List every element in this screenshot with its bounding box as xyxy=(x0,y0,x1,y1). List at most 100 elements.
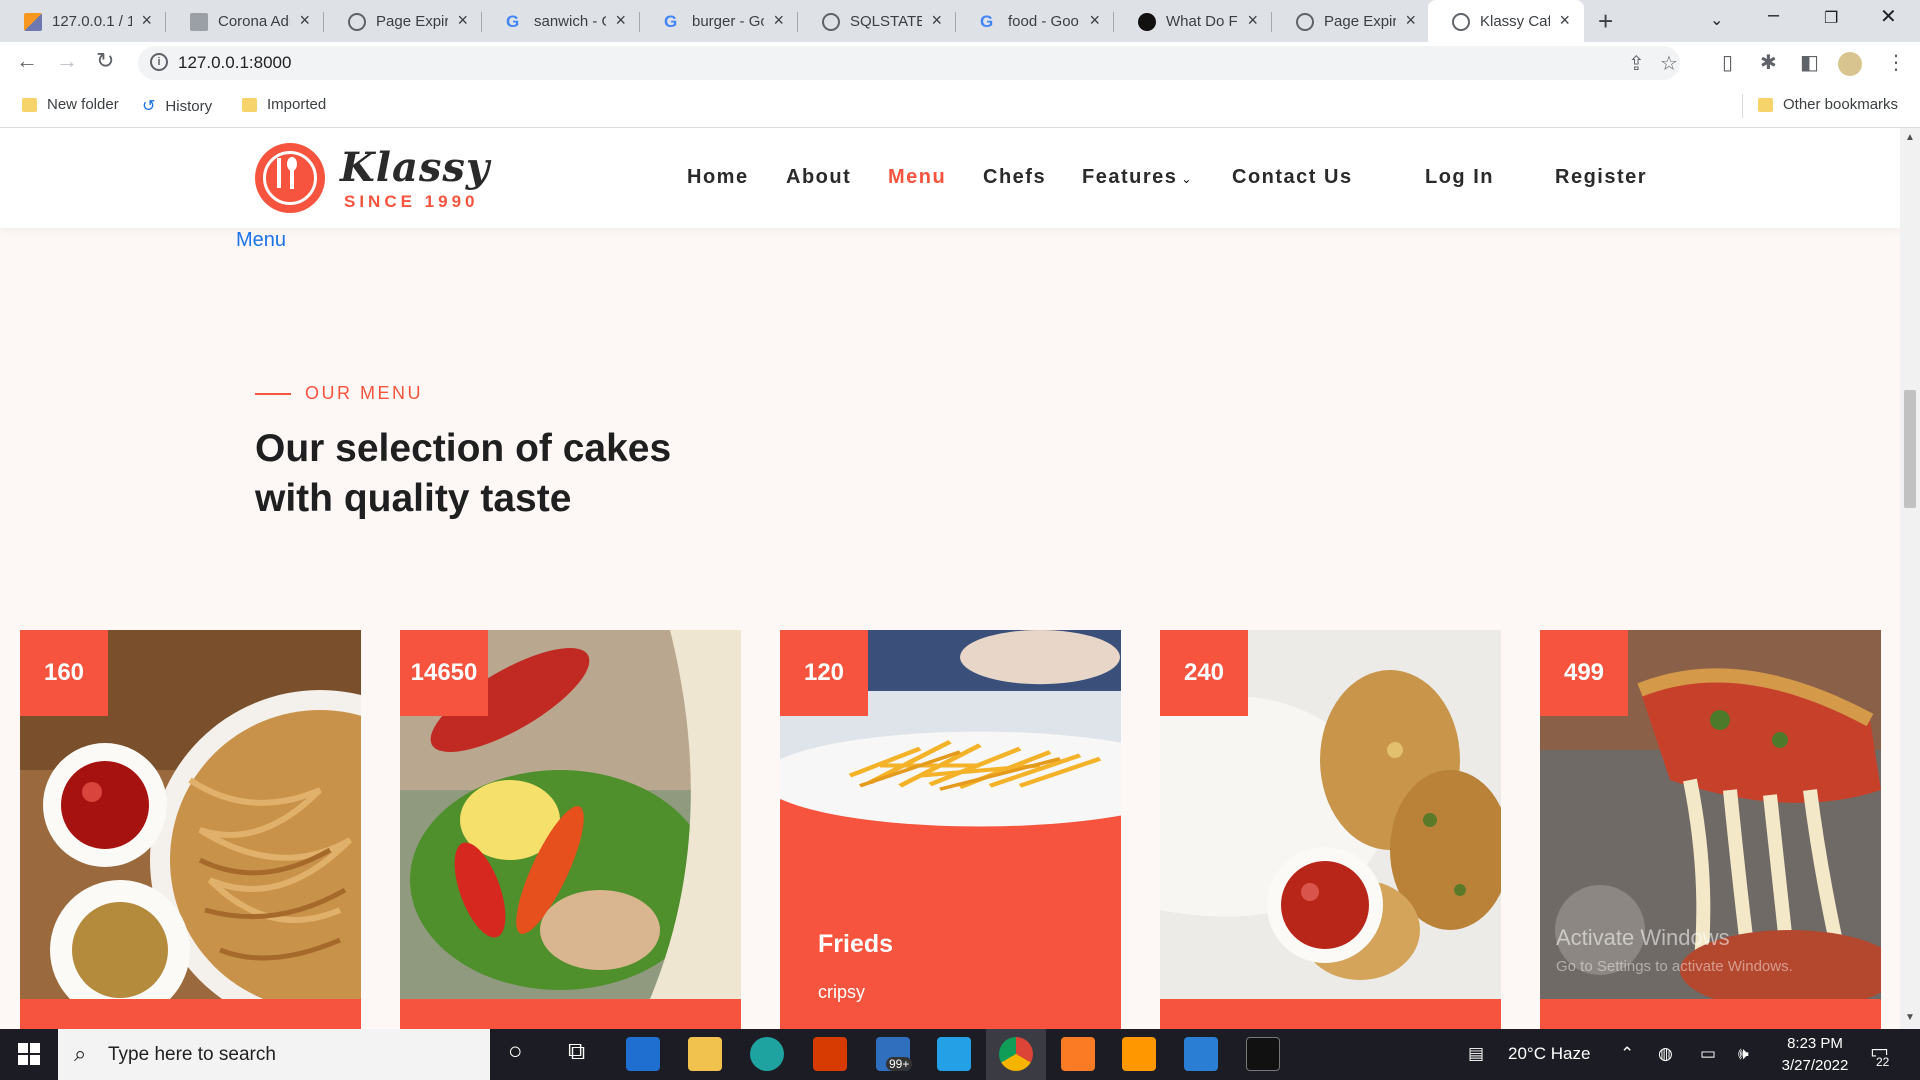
close-icon[interactable]: × xyxy=(299,10,310,31)
new-tab-icon[interactable]: + xyxy=(1598,6,1613,37)
side-panel-icon[interactable]: ◧ xyxy=(1800,50,1819,75)
browser-tab-active[interactable]: Klassy Cafe × xyxy=(1428,0,1584,42)
profile-avatar[interactable] xyxy=(1838,52,1862,76)
price-badge: 120 xyxy=(780,630,868,716)
bookmarks-divider xyxy=(1742,94,1743,118)
task-view-icon[interactable]: ⧉ xyxy=(568,1038,585,1066)
vscode-icon[interactable] xyxy=(937,1037,971,1071)
section-kicker: OUR MENU xyxy=(255,383,423,404)
browser-tab[interactable]: G burger - Go × xyxy=(640,0,798,42)
close-icon[interactable]: × xyxy=(615,10,626,31)
browser-tab[interactable]: Page Expire × xyxy=(1272,0,1430,42)
nav-home[interactable]: Home xyxy=(687,166,749,189)
close-icon[interactable]: × xyxy=(1559,10,1570,31)
taskbar-search[interactable]: ⌕ Type here to search xyxy=(58,1029,490,1080)
file-explorer-icon[interactable] xyxy=(688,1037,722,1071)
restore-icon[interactable]: ❐ xyxy=(1824,8,1838,28)
site-info-icon[interactable]: i xyxy=(150,53,168,71)
window-close-icon[interactable]: ✕ xyxy=(1880,4,1897,29)
edge-icon[interactable] xyxy=(750,1037,784,1071)
minimize-icon[interactable]: – xyxy=(1768,4,1779,27)
terminal-icon[interactable] xyxy=(1246,1037,1280,1071)
browser-tab[interactable]: G sanwich - G × xyxy=(482,0,640,42)
photos-icon[interactable] xyxy=(1184,1037,1218,1071)
office-icon[interactable] xyxy=(813,1037,847,1071)
store-icon[interactable] xyxy=(626,1037,660,1071)
tab-title: 127.0.0.1 / 1 xyxy=(52,12,132,30)
address-bar[interactable]: i 127.0.0.1:8000 ⇪ ☆ xyxy=(138,46,1680,80)
scroll-up-arrow-icon[interactable]: ▲ xyxy=(1905,132,1915,143)
phpmyadmin-icon xyxy=(24,13,42,31)
menu-card[interactable]: 499 Activate Windows Go to Settings to a… xyxy=(1540,630,1881,1029)
search-placeholder[interactable]: Type here to search xyxy=(108,1044,276,1066)
nav-features-label[interactable]: Features xyxy=(1082,166,1177,188)
close-icon[interactable]: × xyxy=(457,10,468,31)
sublime-icon[interactable] xyxy=(1122,1037,1156,1071)
close-icon[interactable]: × xyxy=(141,10,152,31)
reload-icon[interactable]: ↻ xyxy=(96,48,114,74)
back-arrow-icon[interactable]: ← xyxy=(16,48,38,74)
scrollbar-thumb[interactable] xyxy=(1904,390,1916,508)
close-icon[interactable]: × xyxy=(773,10,784,31)
nav-login[interactable]: Log In xyxy=(1425,166,1494,189)
logo-icon[interactable] xyxy=(255,143,325,213)
volume-icon[interactable]: 🕪 xyxy=(1738,1044,1749,1064)
close-icon[interactable]: × xyxy=(1089,10,1100,31)
folder-icon xyxy=(22,97,37,112)
bookmark-star-icon[interactable]: ☆ xyxy=(1660,51,1678,76)
menu-card[interactable]: 160 xyxy=(20,630,361,1029)
browser-tab[interactable]: G food - Goo × xyxy=(956,0,1114,42)
forward-arrow-icon[interactable]: → xyxy=(56,48,78,74)
tab-search-chevron-icon[interactable]: ⌄ xyxy=(1710,10,1723,30)
browser-tab[interactable]: Page Expire × xyxy=(324,0,482,42)
browser-tab[interactable]: 127.0.0.1 / 1 × xyxy=(0,0,166,42)
logo-wordmark[interactable]: Klassy xyxy=(340,144,490,191)
price-badge: 499 xyxy=(1540,630,1628,716)
nav-register[interactable]: Register xyxy=(1555,166,1647,189)
close-icon[interactable]: × xyxy=(931,10,942,31)
browser-tab[interactable]: SQLSTATE[4 × xyxy=(798,0,956,42)
close-icon[interactable]: × xyxy=(1405,10,1416,31)
card-title: Frieds xyxy=(818,930,894,958)
url-text[interactable]: 127.0.0.1:8000 xyxy=(178,53,291,73)
breadcrumb[interactable]: Menu xyxy=(236,229,286,252)
chrome-taskbar-active[interactable] xyxy=(986,1029,1046,1080)
windows-start-icon[interactable] xyxy=(18,1043,40,1065)
cortana-icon[interactable]: ○ xyxy=(508,1038,523,1066)
weather-icon[interactable]: ▤ xyxy=(1468,1044,1484,1064)
nav-about[interactable]: About xyxy=(786,166,851,189)
taskbar-clock[interactable]: 8:23 PM 3/27/2022 xyxy=(1770,1033,1860,1077)
logo-tagline: SINCE 1990 xyxy=(344,192,479,211)
google-icon: G xyxy=(664,12,678,31)
scroll-down-arrow-icon[interactable]: ▼ xyxy=(1905,1012,1915,1023)
close-icon[interactable]: × xyxy=(1247,10,1258,31)
menu-card[interactable]: 120 Frieds cripsy xyxy=(780,630,1121,1029)
bookmark-other[interactable]: Other bookmarks xyxy=(1758,96,1898,113)
weather-text[interactable]: 20°C Haze xyxy=(1508,1044,1590,1064)
browser-tab[interactable]: What Do Fo × xyxy=(1114,0,1272,42)
google-icon: G xyxy=(506,12,520,31)
bookmark-history[interactable]: ↺ History xyxy=(142,96,212,116)
nav-chefs[interactable]: Chefs xyxy=(983,166,1046,189)
page-scrollbar[interactable]: ▲ ▼ xyxy=(1900,128,1920,1029)
menu-card[interactable]: 14650 xyxy=(400,630,741,1029)
browser-tab[interactable]: Corona Adn × xyxy=(166,0,324,42)
bookmark-imported[interactable]: Imported xyxy=(242,96,326,113)
nav-menu[interactable]: Menu xyxy=(888,166,946,189)
price-badge: 160 xyxy=(20,630,108,716)
nav-features[interactable]: Features ⌄ xyxy=(1082,166,1191,189)
spoon-handle xyxy=(290,169,294,189)
xampp-icon[interactable] xyxy=(1061,1037,1095,1071)
activate-windows-title: Activate Windows xyxy=(1556,925,1730,950)
tray-chevron-icon[interactable]: ⌃ xyxy=(1620,1044,1634,1064)
more-menu-icon[interactable]: ⋮ xyxy=(1886,50,1906,75)
menu-card[interactable]: 240 xyxy=(1160,630,1501,1029)
bookmark-new-folder[interactable]: New folder xyxy=(22,96,119,113)
share-icon[interactable]: ⇪ xyxy=(1628,51,1645,76)
language-icon[interactable]: ◍ xyxy=(1658,1044,1673,1064)
clipboard-icon[interactable]: ▯ xyxy=(1722,50,1733,75)
heading-line-2: with quality taste xyxy=(255,477,572,520)
battery-icon[interactable]: ▭ xyxy=(1700,1044,1716,1064)
extensions-puzzle-icon[interactable]: ✱ xyxy=(1760,50,1777,75)
nav-contact[interactable]: Contact Us xyxy=(1232,166,1353,189)
